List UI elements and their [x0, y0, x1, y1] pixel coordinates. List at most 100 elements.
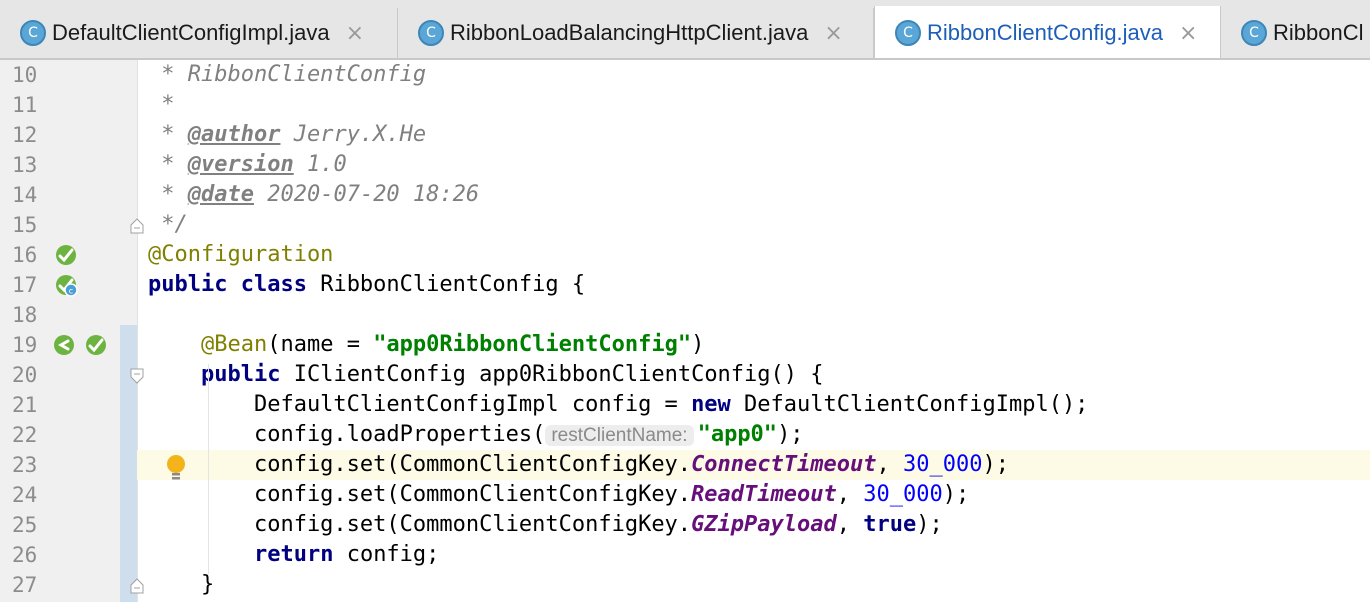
- code-text: * @date 2020-07-20 18:26: [148, 180, 479, 210]
- code-line[interactable]: 26 return config;: [0, 540, 1370, 570]
- code-token: ,: [876, 452, 903, 477]
- code-line[interactable]: 15 */: [0, 210, 1370, 240]
- code-text: * RibbonClientConfig: [148, 60, 426, 90]
- code-token: );: [916, 512, 943, 537]
- code-token: *: [148, 182, 188, 207]
- code-token: @Bean: [200, 332, 268, 357]
- lightbulb-icon[interactable]: [164, 453, 188, 487]
- code-editor[interactable]: 10 * RibbonClientConfig 11 * 12 * @author …: [0, 60, 1370, 602]
- code-token: *: [148, 92, 175, 117]
- code-token: );: [942, 482, 970, 507]
- code-line[interactable]: 16 @Configuration: [0, 240, 1370, 270]
- indent-guide: [208, 364, 209, 574]
- spring-bean-icon[interactable]: [84, 333, 108, 361]
- code-token: 2020-07-20 18:26: [253, 182, 480, 207]
- line-number: 14: [12, 183, 38, 207]
- line-number: 21: [12, 393, 38, 417]
- code-token: public class: [148, 272, 307, 297]
- tab-label: RibbonCl: [1273, 20, 1364, 45]
- current-code-line[interactable]: 23 config.set(CommonClientConfigKey.Conn…: [0, 450, 1370, 480]
- line-number: 20: [12, 363, 38, 387]
- code-token: );: [777, 422, 804, 447]
- code-token: @Configuration: [148, 242, 334, 267]
- code-token: config;: [333, 542, 440, 567]
- code-text: public class RibbonClientConfig {: [148, 270, 585, 300]
- line-number: 23: [12, 453, 38, 477]
- code-line[interactable]: 27 }: [0, 570, 1370, 600]
- close-tab-icon[interactable]: ×: [346, 21, 364, 46]
- editor-tab-bar: C DefaultClientConfigImpl.java × C RibbonLoa…: [0, 0, 1370, 60]
- line-number: 15: [12, 213, 38, 237]
- code-token: ,: [836, 512, 864, 537]
- fold-end-icon[interactable]: [130, 218, 144, 238]
- svg-text:c: c: [69, 287, 73, 296]
- code-line[interactable]: 10 * RibbonClientConfig: [0, 60, 1370, 90]
- code-token: GZipPayload: [691, 512, 837, 537]
- code-line[interactable]: 20 public IClientConfig app0RibbonClient…: [0, 360, 1370, 390]
- code-token: public: [200, 362, 281, 387]
- tab-defaultclientconfigimpl-java[interactable]: C DefaultClientConfigImpl.java ×: [0, 8, 398, 58]
- code-text: config.set(CommonClientConfigKey.ReadTim…: [148, 480, 969, 510]
- code-token: "app0": [697, 422, 778, 447]
- code-line[interactable]: 21 DefaultClientConfigImpl config = new …: [0, 390, 1370, 420]
- code-line[interactable]: 18: [0, 300, 1370, 330]
- code-line[interactable]: 17 public class RibbonClientConfig {: [0, 270, 1370, 300]
- code-token: @author: [187, 122, 281, 147]
- code-token: config.set(CommonClientConfigKey.: [148, 452, 692, 477]
- line-number: 17: [12, 273, 38, 297]
- close-tab-icon[interactable]: ×: [1179, 21, 1197, 46]
- code-token: DefaultClientConfigImpl config =: [148, 392, 692, 417]
- navigate-back-icon[interactable]: [52, 333, 76, 361]
- code-token: ,: [836, 482, 864, 507]
- code-token: return: [253, 542, 334, 567]
- fold-end-icon[interactable]: [130, 578, 144, 598]
- code-token: 30_000: [863, 482, 943, 507]
- line-number: 11: [12, 93, 38, 117]
- line-number: 18: [12, 303, 38, 327]
- code-line[interactable]: 22 config.loadProperties(restClientName:…: [0, 420, 1370, 450]
- line-number: 12: [12, 123, 38, 147]
- code-token: ConnectTimeout: [691, 452, 877, 477]
- code-text: DefaultClientConfigImpl config = new Def…: [148, 390, 1088, 420]
- code-token: );: [982, 452, 1009, 477]
- fold-start-icon[interactable]: [130, 368, 144, 388]
- code-line[interactable]: 19 @Bean(name = "app0RibbonClientConfig"…: [0, 330, 1370, 360]
- code-token: }: [148, 572, 215, 597]
- code-text: */: [148, 210, 188, 240]
- spring-config-icon[interactable]: c: [54, 273, 78, 301]
- code-text: }: [148, 570, 214, 600]
- line-number: 26: [12, 543, 38, 567]
- code-token: RibbonClientConfig {: [306, 272, 586, 297]
- code-text: public IClientConfig app0RibbonClientCon…: [148, 360, 824, 390]
- code-line[interactable]: 11 *: [0, 90, 1370, 120]
- tab-ribboncl[interactable]: C RibbonCl: [1221, 8, 1370, 58]
- class-icon: C: [20, 20, 46, 46]
- code-text: config.loadProperties(restClientName: "ap…: [148, 420, 804, 450]
- code-token: (name =: [267, 332, 374, 357]
- code-token: @version: [187, 152, 294, 177]
- code-line[interactable]: 14 * @date 2020-07-20 18:26: [0, 180, 1370, 210]
- code-token: *: [148, 122, 188, 147]
- close-tab-icon[interactable]: ×: [824, 21, 842, 46]
- code-token: 30_000: [903, 452, 983, 477]
- line-number: 13: [12, 153, 38, 177]
- spring-bean-icon[interactable]: [54, 243, 78, 271]
- code-line[interactable]: 12 * @author Jerry.X.He: [0, 120, 1370, 150]
- code-text: @Configuration: [148, 240, 333, 270]
- code-text: *: [148, 90, 175, 120]
- tab-ribbonloadbalancinghttpclient-java[interactable]: C RibbonLoadBalancingHttpClient.java ×: [398, 8, 874, 58]
- code-line[interactable]: 24 config.set(CommonClientConfigKey.Read…: [0, 480, 1370, 510]
- code-token: new: [691, 392, 731, 417]
- code-text: config.set(CommonClientConfigKey.Connect…: [148, 450, 1009, 480]
- tab-label: RibbonLoadBalancingHttpClient.java: [450, 20, 809, 45]
- code-text: * @author Jerry.X.He: [148, 120, 426, 150]
- code-token: ): [691, 332, 705, 357]
- tab-ribbonclientconfig-java[interactable]: C RibbonClientConfig.java ×: [874, 6, 1221, 58]
- code-line[interactable]: 13 * @version 1.0: [0, 150, 1370, 180]
- line-number: 25: [12, 513, 38, 537]
- code-token: *: [148, 152, 188, 177]
- code-token: @date: [187, 182, 254, 207]
- code-line[interactable]: 25 config.set(CommonClientConfigKey.GZip…: [0, 510, 1370, 540]
